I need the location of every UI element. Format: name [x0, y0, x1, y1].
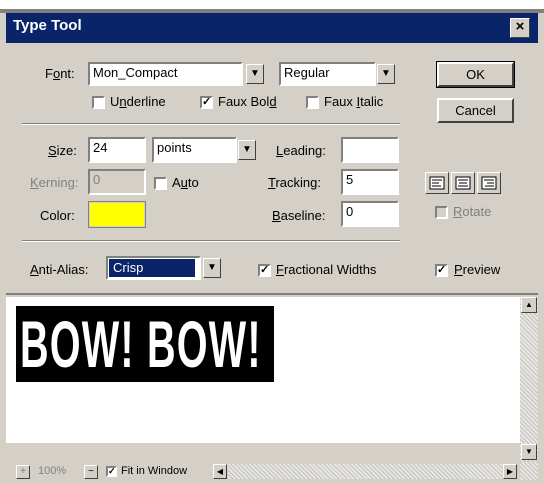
rotate-checkbox[interactable]: [435, 206, 448, 219]
title-bar: [6, 13, 538, 43]
underline-label: Underline: [110, 94, 166, 109]
faux-bold-checkbox[interactable]: ✓: [200, 96, 213, 109]
ok-button[interactable]: OK: [436, 61, 515, 88]
leading-label: Leading:: [276, 143, 326, 158]
color-label: Color:: [40, 208, 75, 223]
font-style-select[interactable]: Regular: [279, 62, 376, 86]
auto-checkbox[interactable]: [154, 177, 167, 190]
align-right-icon: [481, 176, 497, 190]
anti-alias-value: Crisp: [109, 259, 195, 277]
window-title: Type Tool: [13, 17, 82, 34]
close-button[interactable]: ×: [510, 18, 530, 38]
zoom-in-button[interactable]: +: [16, 465, 30, 479]
faux-bold-label: Faux Bold: [218, 94, 277, 109]
color-swatch-fill: [90, 203, 144, 226]
separator: [22, 240, 400, 242]
anti-alias-label: Anti-Alias:: [30, 262, 89, 277]
preview-text: BOW! BOW!: [20, 307, 262, 381]
preview-label: Preview: [454, 262, 501, 277]
scroll-right-button[interactable]: ▶: [503, 464, 517, 479]
separator: [22, 123, 400, 125]
horizontal-scrollbar[interactable]: [228, 464, 502, 479]
scroll-left-button[interactable]: ◀: [213, 464, 227, 479]
tracking-input[interactable]: 5: [341, 169, 399, 195]
auto-label: Auto: [172, 175, 199, 190]
fractional-widths-checkbox[interactable]: ✓: [258, 264, 271, 277]
fit-in-window-label: Fit in Window: [121, 465, 188, 477]
font-label: Font:: [45, 66, 75, 81]
tracking-label: Tracking:: [268, 175, 321, 190]
kerning-input[interactable]: 0: [88, 169, 146, 195]
size-unit-select[interactable]: points: [152, 137, 237, 163]
fractional-widths-label: Fractional Widths: [276, 262, 377, 277]
size-unit-dropdown-button[interactable]: ▼: [238, 140, 256, 160]
align-left-icon: [429, 176, 445, 190]
cancel-button[interactable]: Cancel: [437, 98, 514, 123]
anti-alias-select[interactable]: Crisp: [106, 256, 201, 280]
faux-italic-label: Faux Italic: [324, 94, 384, 109]
baseline-label: Baseline:: [272, 208, 326, 223]
leading-input[interactable]: [341, 137, 399, 163]
anti-alias-dropdown-button[interactable]: ▼: [203, 258, 221, 278]
scroll-up-button[interactable]: ▲: [521, 297, 537, 313]
underline-checkbox[interactable]: [92, 96, 105, 109]
align-left-button[interactable]: [425, 172, 449, 194]
preview-checkbox[interactable]: ✓: [435, 264, 448, 277]
resize-grip[interactable]: [520, 462, 538, 480]
vertical-scrollbar[interactable]: [520, 297, 538, 461]
zoom-out-button[interactable]: −: [84, 465, 98, 479]
align-right-button[interactable]: [477, 172, 501, 194]
scroll-down-button[interactable]: ▼: [521, 444, 537, 460]
kerning-label: Kerning:: [30, 175, 79, 190]
color-swatch[interactable]: [88, 201, 146, 228]
size-input[interactable]: 24: [88, 137, 146, 163]
zoom-level: 100%: [38, 465, 67, 477]
font-family-select[interactable]: Mon_Compact: [88, 62, 243, 86]
font-style-dropdown-button[interactable]: ▼: [377, 64, 395, 84]
preview-divider: [6, 293, 538, 295]
fit-in-window-checkbox[interactable]: ✓: [106, 466, 117, 477]
rotate-label: Rotate: [453, 204, 492, 219]
align-center-button[interactable]: [451, 172, 475, 194]
size-label: Size:: [48, 143, 77, 158]
faux-italic-checkbox[interactable]: [306, 96, 319, 109]
baseline-input[interactable]: 0: [341, 201, 399, 227]
align-center-icon: [455, 176, 471, 190]
font-family-dropdown-button[interactable]: ▼: [246, 64, 264, 84]
